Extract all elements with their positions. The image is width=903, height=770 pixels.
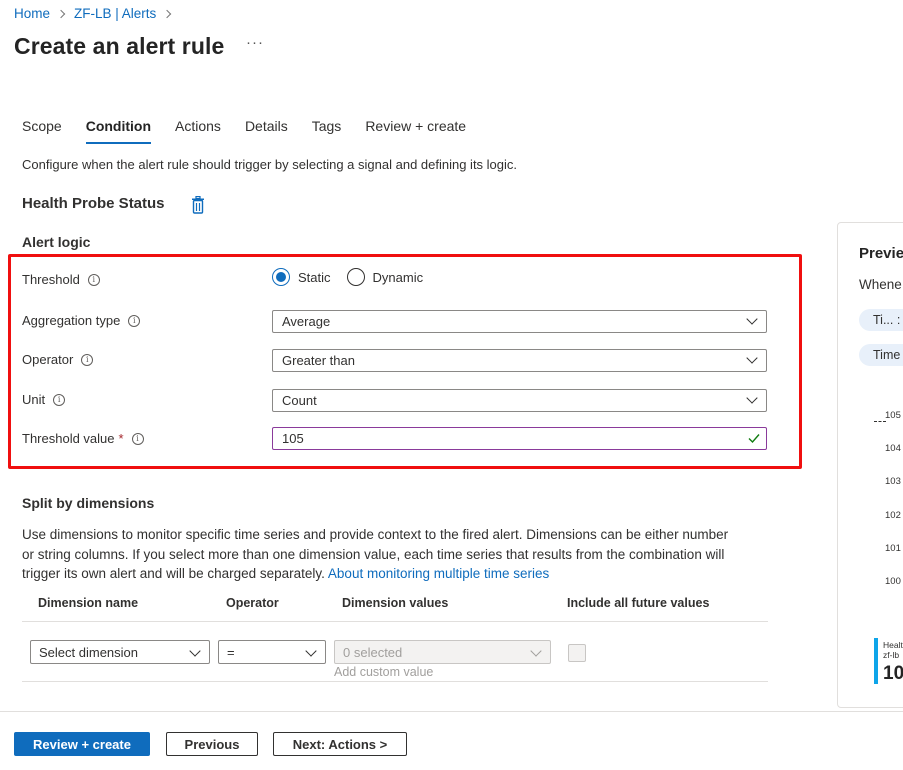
threshold-value-label-text: Threshold value — [22, 431, 115, 446]
column-dimension-values: Dimension values — [342, 596, 449, 610]
chevron-down-icon — [530, 645, 542, 657]
unit-value: Count — [282, 393, 317, 408]
footer-divider — [0, 711, 903, 712]
dimension-values-select: 0 selected — [334, 640, 551, 664]
checkmark-icon — [748, 434, 760, 444]
radio-dynamic[interactable] — [346, 268, 365, 286]
dimension-values-value: 0 selected — [343, 644, 403, 660]
chevron-down-icon — [189, 645, 201, 657]
preview-title: Previe — [859, 245, 903, 262]
threshold-value-input[interactable]: 105 — [272, 427, 767, 450]
split-desc-line: trigger its own alert and will be charge… — [22, 566, 325, 581]
breadcrumb: Home ZF-LB | Alerts — [14, 6, 180, 21]
preview-pill-time[interactable]: Time — [859, 344, 903, 366]
aggregation-type-value: Average — [282, 314, 331, 329]
threshold-radio-group: Static Dynamic — [272, 268, 439, 286]
chevron-right-icon — [163, 9, 172, 18]
previous-button[interactable]: Previous — [166, 732, 258, 756]
review-create-button[interactable]: Review + create — [14, 732, 150, 756]
unit-label-text: Unit — [22, 392, 46, 407]
wizard-tabs: Scope Condition Actions Details Tags Rev… — [22, 118, 490, 144]
breadcrumb-home[interactable]: Home — [14, 6, 50, 21]
radio-static-label[interactable]: Static — [298, 270, 331, 285]
include-future-values-checkbox — [568, 644, 586, 662]
column-include-future-values: Include all future values — [567, 596, 710, 610]
unit-select[interactable]: Count — [272, 389, 767, 412]
tab-condition[interactable]: Condition — [85, 118, 152, 144]
radio-static[interactable] — [272, 268, 290, 286]
y-tick-label: 100 — [885, 576, 901, 587]
chevron-down-icon — [746, 352, 758, 364]
column-operator: Operator — [226, 596, 279, 610]
tab-actions[interactable]: Actions — [175, 118, 221, 144]
threshold-label-text: Threshold — [22, 272, 80, 287]
info-icon[interactable]: i — [53, 393, 66, 406]
alert-logic-heading: Alert logic — [22, 234, 91, 250]
preview-subtitle: Whene — [859, 277, 902, 292]
dimension-operator-select[interactable]: = — [218, 640, 326, 664]
info-icon[interactable]: i — [131, 432, 144, 445]
tab-details[interactable]: Details — [245, 118, 288, 144]
info-icon[interactable]: i — [128, 314, 141, 327]
info-icon[interactable]: i — [87, 273, 100, 286]
condition-description: Configure when the alert rule should tri… — [22, 157, 518, 172]
legend-value: 100 — [883, 663, 903, 684]
legend-metric-name: Healt — [883, 640, 903, 650]
threshold-line — [874, 421, 886, 422]
dimension-name-select[interactable]: Select dimension — [30, 640, 210, 664]
next-actions-button[interactable]: Next: Actions > — [273, 732, 407, 756]
breadcrumb-resource[interactable]: ZF-LB | Alerts — [74, 6, 156, 21]
tab-tags[interactable]: Tags — [312, 118, 342, 144]
split-by-dimensions-heading: Split by dimensions — [22, 495, 155, 511]
chevron-right-icon — [56, 9, 66, 18]
threshold-value-label: Threshold value * i — [22, 431, 144, 446]
operator-value: Greater than — [282, 353, 355, 368]
split-desc-line: Use dimensions to monitor specific time … — [22, 527, 729, 542]
chevron-down-icon — [305, 645, 317, 657]
split-desc-line: or string columns. If you select more th… — [22, 546, 725, 562]
aggregation-label-text: Aggregation type — [22, 313, 121, 328]
chevron-down-icon — [746, 313, 758, 325]
trash-icon[interactable] — [190, 196, 206, 214]
y-tick-label: 104 — [885, 443, 901, 454]
y-tick-label: 105 — [885, 410, 901, 421]
signal-name: Health Probe Status — [22, 195, 165, 212]
tab-review-create[interactable]: Review + create — [365, 118, 466, 144]
dimension-name-placeholder: Select dimension — [39, 644, 138, 660]
dimension-operator-value: = — [227, 644, 235, 660]
legend-resource-name: zf-lb — [883, 650, 900, 660]
info-icon[interactable]: i — [81, 353, 94, 366]
aggregation-type-select[interactable]: Average — [272, 310, 767, 333]
divider — [22, 681, 768, 682]
add-custom-value: Add custom value — [334, 665, 434, 679]
operator-label: Operator i — [22, 352, 94, 367]
split-description: Use dimensions to monitor specific time … — [22, 525, 762, 584]
unit-label: Unit i — [22, 392, 66, 407]
chevron-down-icon — [746, 392, 758, 404]
y-tick-label: 102 — [885, 510, 901, 521]
radio-dynamic-label[interactable]: Dynamic — [373, 270, 424, 285]
y-tick-label: 101 — [885, 543, 901, 554]
operator-select[interactable]: Greater than — [272, 349, 767, 372]
preview-panel: Previe Whene Ti... : Time 105 104 103 10… — [837, 222, 903, 708]
threshold-value-text: 105 — [282, 431, 304, 446]
preview-pill-time-range[interactable]: Ti... : — [859, 309, 903, 331]
threshold-label: Threshold i — [22, 272, 100, 287]
divider — [22, 621, 768, 622]
more-options-button[interactable]: ··· — [246, 34, 264, 51]
column-dimension-name: Dimension name — [38, 596, 139, 610]
operator-label-text: Operator — [22, 352, 74, 367]
required-marker: * — [118, 431, 124, 446]
page-title: Create an alert rule — [14, 33, 225, 59]
tab-scope[interactable]: Scope — [22, 118, 62, 144]
about-multiple-time-series-link[interactable]: About monitoring multiple time series — [328, 566, 549, 581]
legend-color-bar — [874, 638, 878, 684]
aggregation-type-label: Aggregation type i — [22, 313, 141, 328]
y-tick-label: 103 — [885, 476, 901, 487]
